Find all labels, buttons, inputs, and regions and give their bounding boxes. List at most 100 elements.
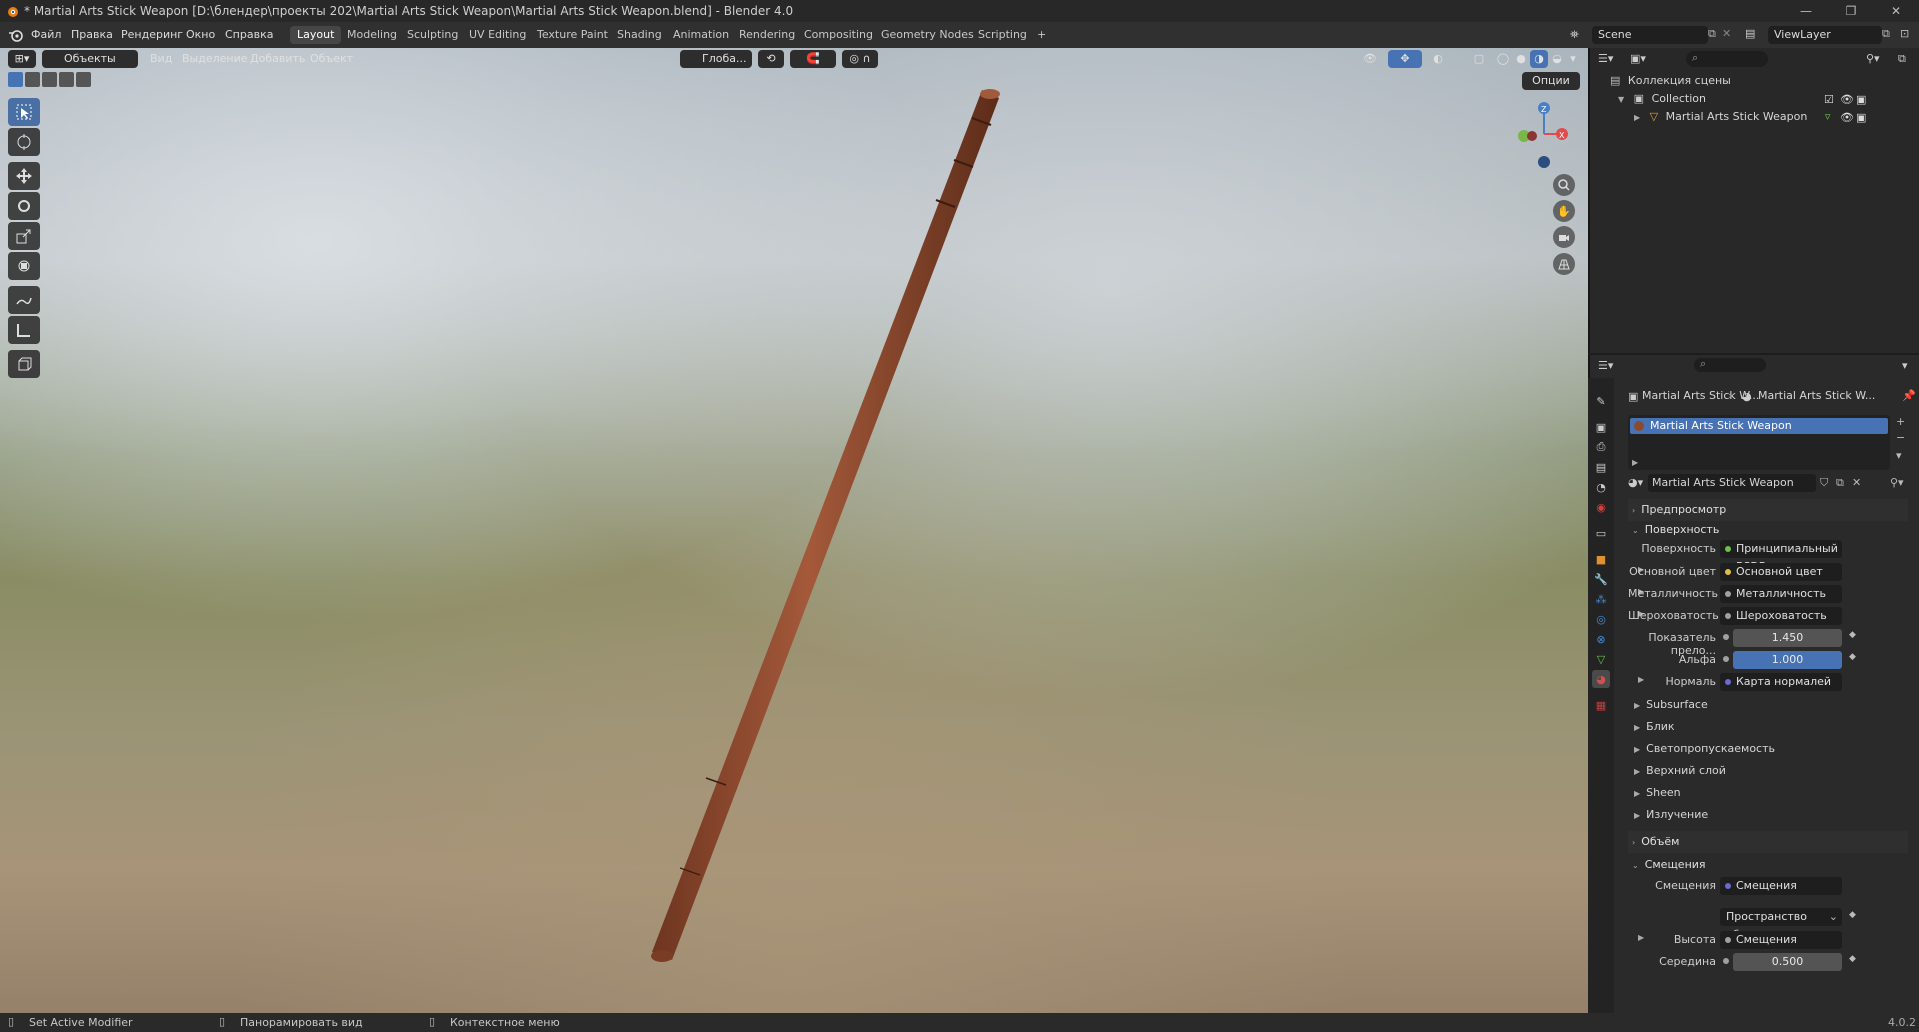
scene-selector[interactable]: Scene <box>1592 26 1708 44</box>
rotate-tool-icon[interactable] <box>8 192 40 220</box>
menu-file[interactable]: Файл <box>31 28 61 41</box>
cursor-tool-icon[interactable] <box>8 128 40 156</box>
tab-modeling[interactable]: Modeling <box>340 26 404 44</box>
ior-keyframe-icon[interactable]: ◆ <box>1849 630 1856 640</box>
remove-scene-icon[interactable]: ✕ <box>1722 27 1731 40</box>
outliner-object-row[interactable]: ▶ ▽ Martial Arts Stick Weapon ▿ <box>1634 107 1894 127</box>
material-browse-icon[interactable]: ◕▾ <box>1628 476 1643 489</box>
navigation-gizmo[interactable]: Z X <box>1508 96 1578 176</box>
pivot-icon[interactable]: ⟲ <box>758 50 784 68</box>
display-mode-icon[interactable]: ▣▾ <box>1630 52 1646 65</box>
midlevel-field[interactable]: 0.500 <box>1733 953 1842 971</box>
shading-options-icon[interactable]: ▾ <box>1566 50 1580 68</box>
add-cube-tool-icon[interactable] <box>8 350 40 378</box>
view-layer-tab-icon[interactable]: ▤ <box>1592 458 1610 476</box>
particles-tab-icon[interactable]: ⁂ <box>1592 590 1610 608</box>
perspective-grid-icon[interactable] <box>1553 253 1575 275</box>
volume-section[interactable]: › Объём <box>1628 831 1908 853</box>
add-slot-button[interactable]: + <box>1896 415 1905 428</box>
select-box-tool-icon[interactable] <box>8 98 40 126</box>
transform-tool-icon[interactable] <box>8 252 40 280</box>
wireframe-shading-icon[interactable]: ◯ <box>1494 50 1512 68</box>
close-button[interactable]: ✕ <box>1874 0 1918 22</box>
mesh-data-icon[interactable]: ▿ <box>1825 110 1831 123</box>
subsection-coat[interactable]: ▶ Верхний слой <box>1634 761 1884 781</box>
material-shading-icon[interactable]: ◑ <box>1530 50 1548 68</box>
minimize-button[interactable]: — <box>1784 0 1828 22</box>
menu-view[interactable]: Вид <box>150 50 172 68</box>
menu-render[interactable]: Рендеринг <box>121 28 183 41</box>
collection-checkbox[interactable]: ☑ <box>1824 93 1834 106</box>
texture-tab-icon[interactable]: ▦ <box>1592 696 1610 714</box>
displacement-field[interactable]: Смещения <box>1720 877 1842 895</box>
add-workspace-button[interactable]: + <box>1030 26 1053 44</box>
select-extend-icon[interactable] <box>25 72 40 87</box>
material-tab-icon[interactable]: ◕ <box>1592 670 1610 688</box>
tab-geometry-nodes[interactable]: Geometry Nodes <box>874 26 981 44</box>
outliner-editor-type-icon[interactable]: ☰▾ <box>1598 52 1613 65</box>
material-name-field[interactable]: Martial Arts Stick Weapon <box>1648 474 1816 492</box>
roughness-field[interactable]: Шероховатость <box>1720 607 1842 625</box>
subsection-sheen[interactable]: ▶ Sheen <box>1634 783 1884 803</box>
subsection-specular[interactable]: ▶ Блик <box>1634 717 1884 737</box>
height-field[interactable]: Смещения <box>1720 931 1842 949</box>
properties-search-input[interactable]: ⌕ <box>1694 357 1766 372</box>
material-slot-item[interactable]: Martial Arts Stick Weapon <box>1630 418 1888 434</box>
remove-view-layer-icon[interactable]: ⊡ <box>1900 27 1909 40</box>
scene-tab-icon[interactable]: ◔ <box>1592 478 1610 496</box>
interaction-mode-dropdown[interactable]: Объекты <box>42 50 138 68</box>
collection-eye-icon[interactable]: 👁 <box>1840 93 1854 106</box>
physics-tab-icon[interactable]: ◎ <box>1592 610 1610 628</box>
editor-type-icon[interactable]: ⊞▾ <box>8 50 36 68</box>
pan-hand-icon[interactable]: ✋ <box>1553 200 1575 222</box>
preview-section[interactable]: › Предпросмотр <box>1628 499 1908 521</box>
alpha-field[interactable]: 1.000 <box>1733 651 1842 669</box>
new-view-layer-icon[interactable]: ⧉ <box>1882 27 1890 41</box>
transform-orientation-dropdown[interactable]: Глоба... <box>680 50 752 68</box>
tab-texture-paint[interactable]: Texture Paint <box>530 26 615 44</box>
tab-uv-editing[interactable]: UV Editing <box>462 26 533 44</box>
stick-weapon-model[interactable] <box>0 48 1588 1013</box>
blender-menu-icon[interactable] <box>8 27 24 43</box>
select-intersect-icon[interactable] <box>76 72 91 87</box>
tool-tab-icon[interactable]: ✎ <box>1592 392 1610 410</box>
surface-shader-field[interactable]: Принципиальный BSDF <box>1720 540 1842 573</box>
tab-shading[interactable]: Shading <box>610 26 669 44</box>
properties-editor-type-icon[interactable]: ☰▾ <box>1598 359 1613 372</box>
tab-scripting[interactable]: Scripting <box>971 26 1034 44</box>
view-layer-icon[interactable]: ▤ <box>1745 27 1755 40</box>
object-camera-icon[interactable]: ▣ <box>1856 111 1866 124</box>
menu-edit[interactable]: Правка <box>71 28 113 41</box>
pin-icon[interactable]: 📌 <box>1902 389 1916 402</box>
proportional-edit-icon[interactable]: ◎ ∩ <box>842 50 878 68</box>
maximize-button[interactable]: ❐ <box>1829 0 1873 22</box>
slot-list-expand-icon[interactable]: ▶ <box>1632 458 1638 467</box>
displacement-section[interactable]: ⌄ Смещения <box>1628 854 1908 876</box>
metallic-field[interactable]: Металличность <box>1720 585 1842 603</box>
subsection-subsurface[interactable]: ▶ Subsurface <box>1634 695 1884 715</box>
alpha-keyframe-icon[interactable]: ◆ <box>1849 652 1856 662</box>
scene-icon[interactable]: ⛯ <box>1570 28 1579 42</box>
space-keyframe-icon[interactable]: ◆ <box>1849 910 1856 920</box>
camera-view-icon[interactable] <box>1553 226 1575 248</box>
surface-section[interactable]: ⌄ Поверхность <box>1628 519 1908 541</box>
select-invert-icon[interactable] <box>59 72 74 87</box>
outliner-collection-row[interactable]: ▼ ▣ Collection <box>1618 89 1918 109</box>
constraints-tab-icon[interactable]: ⊗ <box>1592 630 1610 648</box>
object-tab-icon[interactable]: ■ <box>1592 550 1610 568</box>
midlevel-keyframe-icon[interactable]: ◆ <box>1849 954 1856 964</box>
snap-icon[interactable]: 🧲 <box>790 50 836 68</box>
scale-tool-icon[interactable] <box>8 222 40 250</box>
world-tab-icon[interactable]: ◉ <box>1592 498 1610 516</box>
menu-window[interactable]: Окно <box>186 28 215 41</box>
outliner-search-input[interactable]: ⌕ <box>1686 51 1768 67</box>
expand-object-icon[interactable]: ▶ <box>1634 113 1640 122</box>
space-dropdown[interactable]: Пространство объекта ⌄ <box>1720 908 1842 941</box>
menu-help[interactable]: Справка <box>225 28 273 41</box>
collection-camera-icon[interactable]: ▣ <box>1856 93 1866 106</box>
expand-collection-icon[interactable]: ▼ <box>1618 95 1624 104</box>
3d-viewport[interactable] <box>0 48 1588 1013</box>
new-scene-icon[interactable]: ⧉ <box>1708 27 1716 41</box>
subsection-emission[interactable]: ▶ Излучение <box>1634 805 1884 825</box>
collection-tab-icon[interactable]: ▭ <box>1592 524 1610 542</box>
